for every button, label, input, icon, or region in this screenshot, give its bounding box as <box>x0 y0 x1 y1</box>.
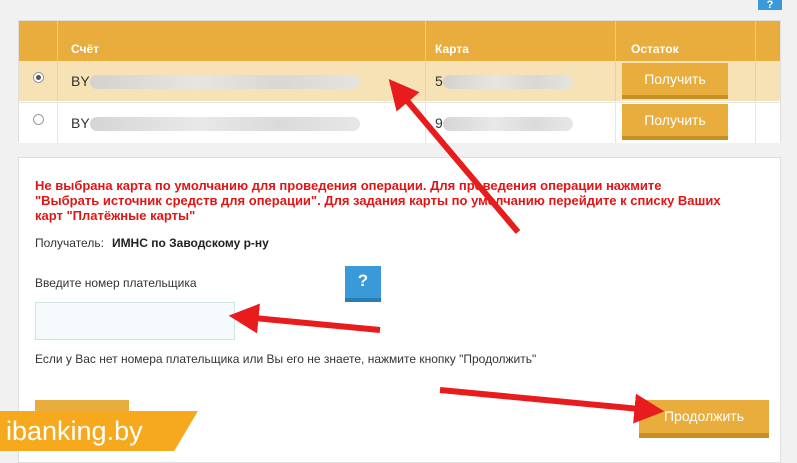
table-row[interactable]: BY 9 Получить <box>19 102 780 143</box>
continue-button[interactable]: Продолжить <box>639 400 769 438</box>
row-divider <box>57 103 58 143</box>
get-balance-button[interactable]: Получить <box>622 104 728 140</box>
header-divider <box>425 21 426 61</box>
help-button[interactable]: ? <box>345 266 381 302</box>
hint-text: Если у Вас нет номера плательщика или Вы… <box>35 352 537 366</box>
masked-account <box>89 117 360 132</box>
payer-number-label: Введите номер плательщика <box>35 276 197 290</box>
recipient-value: ИМНС по Заводскому р-ну <box>111 236 269 250</box>
payer-number-input[interactable] <box>35 302 235 340</box>
accounts-table: Счёт Карта Остаток BY 5 Получить BY 9 По… <box>18 20 781 143</box>
row-divider <box>425 103 426 143</box>
account-number: BY <box>71 73 360 90</box>
table-header: Счёт Карта Остаток <box>19 21 780 61</box>
get-balance-button[interactable]: Получить <box>622 63 728 99</box>
row-divider <box>755 61 756 101</box>
account-radio[interactable] <box>33 72 44 83</box>
recipient: Получатель: ИМНС по Заводскому р-ну <box>35 236 269 250</box>
account-number: BY <box>71 115 360 132</box>
card-number: 9 <box>435 115 573 132</box>
watermark-logo: ibanking.by <box>0 411 198 451</box>
row-divider <box>755 103 756 143</box>
masked-card <box>442 75 573 90</box>
header-balance: Остаток <box>631 42 679 56</box>
row-divider <box>425 61 426 101</box>
warning-message: Не выбрана карта по умолчанию для провед… <box>35 178 721 223</box>
recipient-label: Получатель: <box>35 236 104 250</box>
header-divider <box>755 21 756 61</box>
header-divider <box>57 21 58 61</box>
row-divider <box>615 61 616 101</box>
card-number: 5 <box>435 73 573 90</box>
header-divider <box>615 21 616 61</box>
account-radio[interactable] <box>33 114 44 125</box>
header-account: Счёт <box>71 42 100 56</box>
row-divider <box>615 103 616 143</box>
table-row[interactable]: BY 5 Получить <box>19 61 780 101</box>
row-divider <box>57 61 58 101</box>
masked-card <box>442 117 573 132</box>
masked-account <box>89 75 360 90</box>
top-help-button[interactable]: ? <box>758 0 782 10</box>
header-card: Карта <box>435 42 469 56</box>
